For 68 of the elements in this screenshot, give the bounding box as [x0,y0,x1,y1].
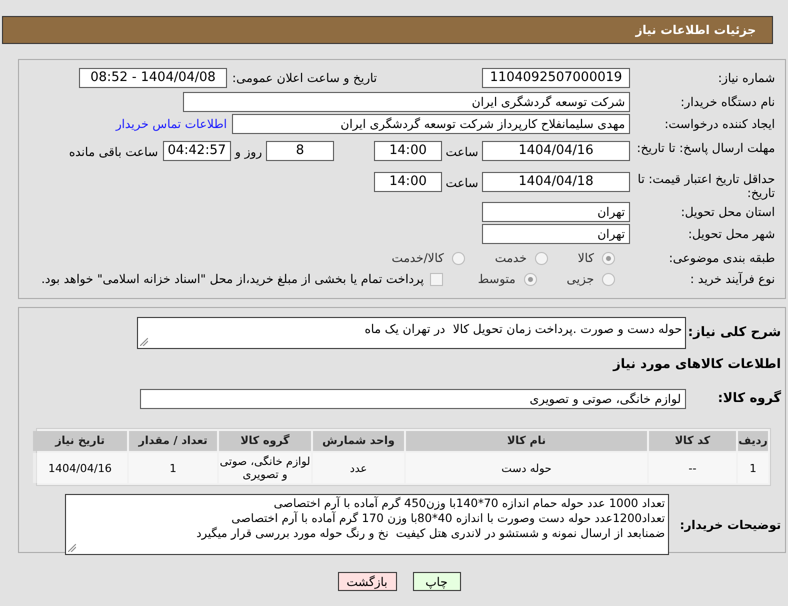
column-header: واحد شمارش [313,431,404,451]
table-cell: حوله دست [406,453,647,483]
checkbox[interactable] [430,272,443,286]
radio-label: خدمت [494,250,527,267]
radio-label: جزیی [566,271,594,288]
column-header: کد کالا [649,431,736,451]
header-title: جزئیات اطلاعات نیاز [635,22,756,39]
radio-label: کالا [578,250,594,267]
radio-button[interactable] [602,272,615,286]
notes-line: تعداد 1000 عدد حوله حمام اندازه 70*140با وزن450 گرم آماده با آرم اختصاصی [272,496,665,511]
checkbox-label: پرداخت تمام یا بخشی از مبلغ خرید،از محل "اسناد خزانه اسلامی" خواهد بود. [41,271,424,288]
text-field[interactable]: 1404/04/18 [482,172,630,192]
field-label: ساعت باقی مانده [68,144,158,161]
field-label: شماره نیاز: [717,70,775,87]
field-label: شرح کلی نیاز: [686,324,781,342]
text-field[interactable]: 1404/04/08 - 08:52 [79,68,227,88]
field-label: ساعت [444,175,480,192]
field-label: گروه کالا: [716,389,781,408]
text-field[interactable]: 1104092507000019 [482,68,630,88]
text-field[interactable]: مهدی سلیمانفلاح کارپرداز شرکت توسعه گردشگری ایران [232,114,630,134]
notes-field[interactable] [65,494,669,555]
field-label: ساعت [444,144,480,161]
field-label: طبقه بندی موضوعی: [668,250,775,267]
table-cell: عدد [313,453,404,483]
table-cell: -- [649,453,736,483]
countdown-field[interactable]: 04:42:57 [163,141,231,161]
resize-grip-icon[interactable] [140,338,148,346]
text-field[interactable]: لوازم خانگی، صوتی و تصویری [140,389,686,409]
text-field[interactable]: شرکت توسعه گردشگری ایران [183,92,630,112]
table-cell: لوازم خانگی، صوتی و تصویری [219,453,311,483]
contact-link[interactable]: اطلاعات تماس خریدار [116,115,227,133]
field-label: استان محل تحویل: [680,204,775,221]
radio-button[interactable] [534,252,548,264]
text-field[interactable]: 1404/04/16 [482,141,630,161]
text-field[interactable]: 8 [266,141,334,161]
text-field[interactable]: 14:00 [374,141,442,161]
field-label: تاریخ و ساعت اعلان عمومی: [235,70,377,87]
radio-button[interactable] [602,252,615,264]
radio-label: متوسط [478,271,516,288]
table-cell: 1404/04/16 [33,453,127,483]
field-label: شهر محل تحویل: [687,226,775,243]
print-button[interactable]: چاپ [412,572,460,591]
notes-line: ضمنابعد از ارسال نمونه و شستشو در لاندری هتل کیفیت نخ و رنگ حوله مورد بررسی قرار میگیرد [195,526,665,541]
column-header: تاریخ نیاز [33,431,127,451]
column-header: گروه کالا [219,431,311,451]
field-label: حداقل تاریخ اعتبار قیمت: تا تاریخ: [636,171,775,200]
field-label: ایجاد کننده درخواست: [663,116,775,133]
text-field[interactable]: تهران [482,202,630,222]
text-field[interactable]: تهران [482,224,630,244]
field-label: مهلت ارسال پاسخ: تا تاریخ: [636,140,775,155]
notes-line: تعداد1200عدد حوله دست وصورت با اندازه 40*80با وزن 170 گرم آماده با آرم اختصاصی [230,511,665,526]
text-field[interactable]: 14:00 [374,172,442,192]
resize-grip-icon[interactable] [68,544,76,552]
column-header: تعداد / مقدار [129,431,217,451]
column-header: ردیف [738,431,768,451]
table-cell: 1 [129,453,217,483]
column-header: نام کالا [406,431,647,451]
radio-label: کالا/خدمت [392,250,444,267]
table-cell: 1 [738,453,768,483]
description-field[interactable]: حوله دست و صورت .پرداخت زمان تحویل کالا در تهران یک ماه [137,317,686,349]
field-label: روز و [234,144,263,161]
back-button[interactable]: بازگشت [338,572,396,591]
field-label: توضیحات خریدار: [678,516,781,534]
radio-button[interactable] [452,252,465,264]
field-label: نوع فرآیند خرید : [689,271,775,288]
section-heading: اطلاعات کالاهای مورد نیاز [613,356,781,374]
radio-button[interactable] [524,272,537,286]
field-label: نام دستگاه خریدار: [680,94,775,111]
